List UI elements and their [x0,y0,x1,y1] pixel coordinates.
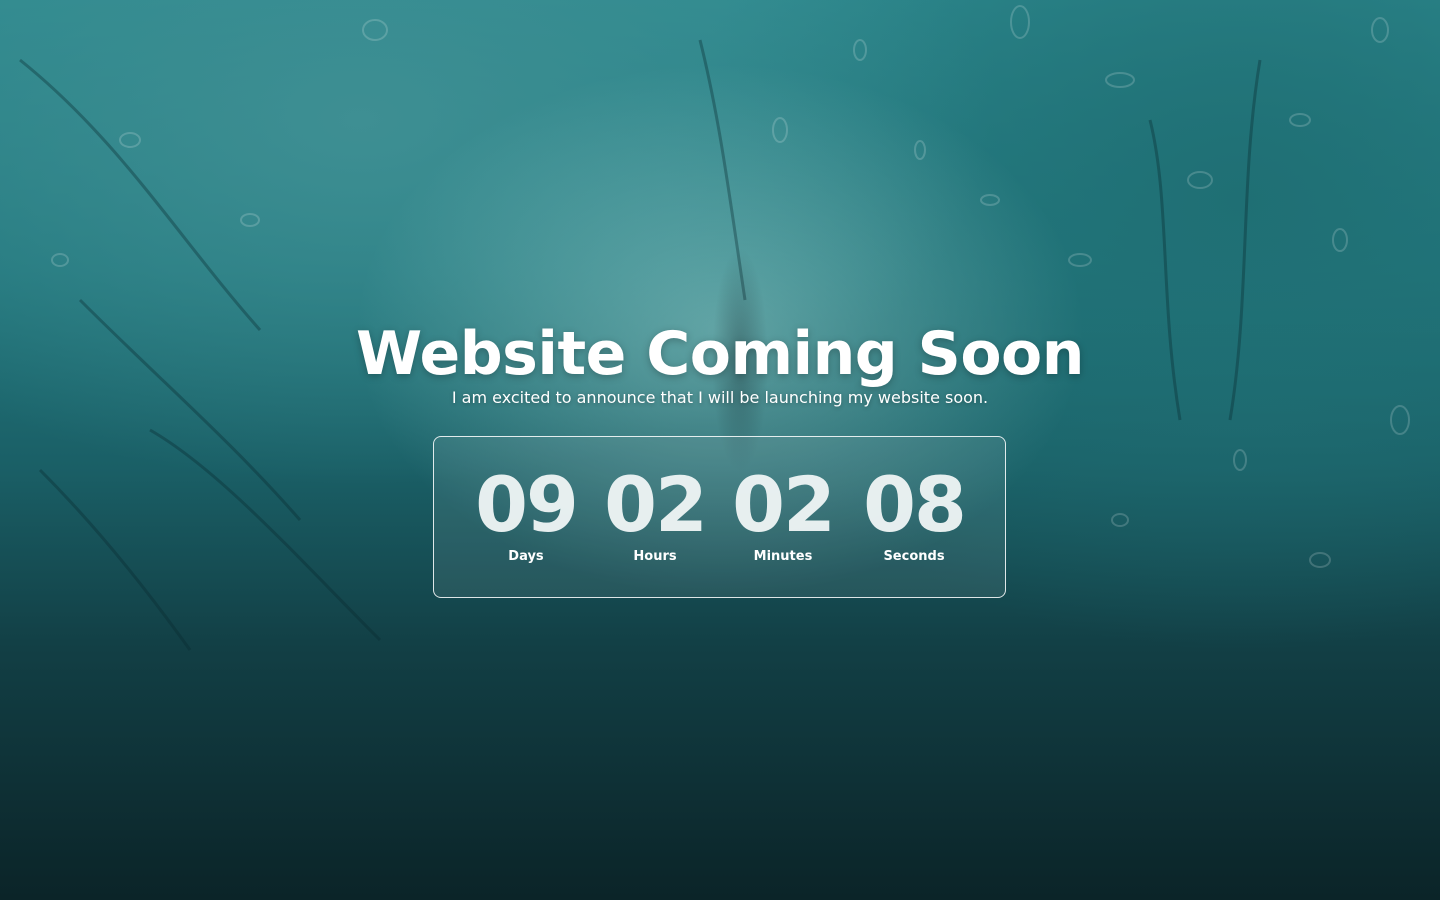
announcement-text: I am excited to announce that I will be … [451,388,989,407]
seconds-label: Seconds [883,549,945,564]
page-title: Website Coming Soon [356,319,1085,390]
hours-value: 02 [604,460,708,549]
days-value: 09 [475,460,579,549]
countdown-timer: 09 Days 02 Hours 02 Minutes 08 Seconds [433,436,1006,598]
minutes-value: 02 [732,460,836,549]
countdown-days: 09 Days [461,463,591,565]
countdown-minutes: 02 Minutes [718,463,848,565]
countdown-hours: 02 Hours [590,463,720,565]
coming-soon-page: Website Coming Soon I am excited to anno… [0,0,1440,900]
countdown-seconds: 08 Seconds [849,463,979,565]
hours-label: Hours [633,549,677,564]
days-label: Days [508,549,544,564]
seconds-value: 08 [863,460,967,549]
minutes-label: Minutes [753,549,813,564]
